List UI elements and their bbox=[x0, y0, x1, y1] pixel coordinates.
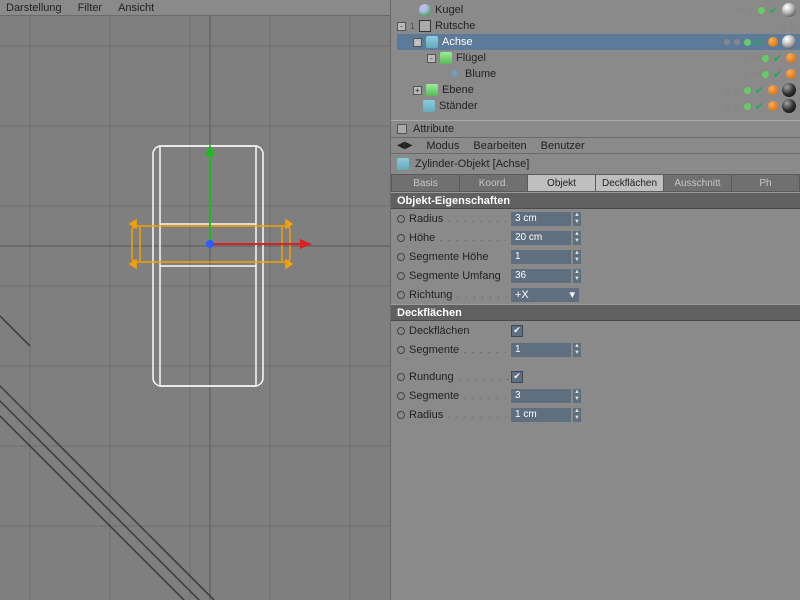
om-label: Blume bbox=[465, 68, 496, 80]
prop-rund-segmente: Segmente ▲▼ bbox=[391, 386, 800, 405]
label-deck-seg: Segmente bbox=[409, 344, 509, 356]
phong-tag[interactable] bbox=[786, 69, 796, 79]
collapse-icon[interactable]: - bbox=[397, 22, 406, 31]
om-row-achse[interactable]: - Achse ✔ bbox=[397, 34, 800, 50]
prop-segmente-hoehe: Segmente Höhe ▲▼ bbox=[391, 247, 800, 266]
sphere-icon bbox=[419, 4, 431, 16]
spinner-hoehe[interactable]: ▲▼ bbox=[573, 231, 581, 245]
tab-basis[interactable]: Basis bbox=[391, 174, 459, 192]
om-row-staender[interactable]: Ständer ✔ bbox=[397, 98, 800, 114]
checkbox-rundung[interactable]: ✔ bbox=[511, 371, 523, 383]
menu-darstellung[interactable]: Darstellung bbox=[6, 2, 62, 14]
prop-richtung: Richtung +X▾ bbox=[391, 285, 800, 304]
tab-objekt[interactable]: Objekt bbox=[527, 174, 595, 192]
spinner-rund-seg[interactable]: ▲▼ bbox=[573, 389, 581, 403]
label-radius: Radius bbox=[409, 213, 509, 225]
material-tag[interactable] bbox=[782, 3, 796, 17]
polygon-icon bbox=[440, 52, 452, 64]
viewport[interactable] bbox=[0, 16, 390, 600]
material-tag[interactable] bbox=[782, 99, 796, 113]
menu-ansicht[interactable]: Ansicht bbox=[118, 2, 154, 14]
tab-ausschnitt[interactable]: Ausschnitt bbox=[663, 174, 731, 192]
om-label: Achse bbox=[442, 36, 473, 48]
cylinder-icon bbox=[426, 36, 438, 48]
cylinder-icon bbox=[397, 158, 409, 170]
input-deck-seg[interactable] bbox=[511, 343, 571, 357]
phong-tag[interactable] bbox=[768, 37, 778, 47]
attr-toggle-icon[interactable] bbox=[397, 124, 407, 134]
attribute-title: Attribute bbox=[413, 123, 454, 135]
null-icon bbox=[419, 20, 431, 32]
material-tag[interactable] bbox=[782, 83, 796, 97]
phong-tag[interactable] bbox=[768, 85, 778, 95]
cylinder-icon bbox=[423, 100, 435, 112]
label-rund-radius: Radius bbox=[409, 409, 509, 421]
input-seg-umfang[interactable] bbox=[511, 269, 571, 283]
input-radius[interactable] bbox=[511, 212, 571, 226]
phong-tag[interactable] bbox=[768, 101, 778, 111]
label-seg-hoehe: Segmente Höhe bbox=[409, 251, 509, 263]
flower-icon: ❄ bbox=[449, 68, 461, 80]
om-label: Ebene bbox=[442, 84, 474, 96]
om-row-ebene[interactable]: + Ebene ✔ bbox=[397, 82, 800, 98]
spinner-rund-radius[interactable]: ▲▼ bbox=[573, 408, 581, 422]
prop-rund-radius: Radius ▲▼ bbox=[391, 405, 800, 424]
attr-menu-modus[interactable]: Modus bbox=[426, 140, 459, 152]
object-title-row: Zylinder-Objekt [Achse] bbox=[391, 154, 800, 174]
om-row-fluegel[interactable]: - Flügel ✔ bbox=[397, 50, 800, 66]
material-tag[interactable] bbox=[782, 35, 796, 49]
section-deckflaechen: Deckflächen bbox=[391, 304, 800, 321]
polygon-icon bbox=[426, 84, 438, 96]
input-rund-radius[interactable] bbox=[511, 408, 571, 422]
tab-deckflaechen[interactable]: Deckflächen bbox=[595, 174, 663, 192]
label-richtung: Richtung bbox=[409, 289, 509, 301]
om-row-kugel[interactable]: Kugel ✔ bbox=[397, 2, 800, 18]
label-hoehe: Höhe bbox=[409, 232, 509, 244]
label-rundung: Rundung bbox=[409, 371, 509, 383]
collapse-icon[interactable]: - bbox=[413, 38, 422, 47]
right-panel: Kugel ✔ -1 Rutsche - Achse ✔ - Flügel ✔ … bbox=[390, 0, 800, 600]
collapse-icon[interactable]: - bbox=[427, 54, 436, 63]
expand-icon[interactable]: + bbox=[413, 86, 422, 95]
attr-menu-benutzer[interactable]: Benutzer bbox=[541, 140, 585, 152]
input-seg-hoehe[interactable] bbox=[511, 250, 571, 264]
prop-deckflaechen: Deckflächen ✔ bbox=[391, 321, 800, 340]
checkbox-deckflaechen[interactable]: ✔ bbox=[511, 325, 523, 337]
object-title: Zylinder-Objekt [Achse] bbox=[415, 158, 529, 170]
attribute-header: Attribute bbox=[391, 120, 800, 138]
om-label: Kugel bbox=[435, 4, 463, 16]
tab-koord[interactable]: Koord. bbox=[459, 174, 527, 192]
prop-hoehe: Höhe ▲▼ bbox=[391, 228, 800, 247]
input-rund-seg[interactable] bbox=[511, 389, 571, 403]
prop-radius: Radius ▲▼ bbox=[391, 209, 800, 228]
section-objekt-eigenschaften: Objekt-Eigenschaften bbox=[391, 192, 800, 209]
om-row-rutsche[interactable]: -1 Rutsche bbox=[397, 18, 800, 34]
phong-tag[interactable] bbox=[786, 53, 796, 63]
label-deckflaechen: Deckflächen bbox=[409, 325, 509, 337]
prop-rundung: Rundung ✔ bbox=[391, 367, 800, 386]
label-rund-seg: Segmente bbox=[409, 390, 509, 402]
attribute-menubar: ◀▶ Modus Bearbeiten Benutzer bbox=[391, 138, 800, 154]
prop-deck-segmente: Segmente ▲▼ bbox=[391, 340, 800, 359]
om-label: Rutsche bbox=[435, 20, 475, 32]
input-hoehe[interactable] bbox=[511, 231, 571, 245]
label-seg-umfang: Segmente Umfang bbox=[409, 270, 509, 282]
tab-phong[interactable]: Ph bbox=[731, 174, 800, 192]
om-row-blume[interactable]: ❄ Blume ✔ bbox=[397, 66, 800, 82]
spinner-radius[interactable]: ▲▼ bbox=[573, 212, 581, 226]
object-manager[interactable]: Kugel ✔ -1 Rutsche - Achse ✔ - Flügel ✔ … bbox=[391, 0, 800, 120]
dropdown-richtung[interactable]: +X▾ bbox=[511, 288, 579, 302]
spinner-seg-hoehe[interactable]: ▲▼ bbox=[573, 250, 581, 264]
prop-segmente-umfang: Segmente Umfang ▲▼ bbox=[391, 266, 800, 285]
spinner-seg-umfang[interactable]: ▲▼ bbox=[573, 269, 581, 283]
attr-menu-bearbeiten[interactable]: Bearbeiten bbox=[473, 140, 526, 152]
spinner-deck-seg[interactable]: ▲▼ bbox=[573, 343, 581, 357]
menu-filter[interactable]: Filter bbox=[78, 2, 102, 14]
om-label: Ständer bbox=[439, 100, 478, 112]
attribute-tabs: Basis Koord. Objekt Deckflächen Ausschni… bbox=[391, 174, 800, 192]
om-label: Flügel bbox=[456, 52, 486, 64]
